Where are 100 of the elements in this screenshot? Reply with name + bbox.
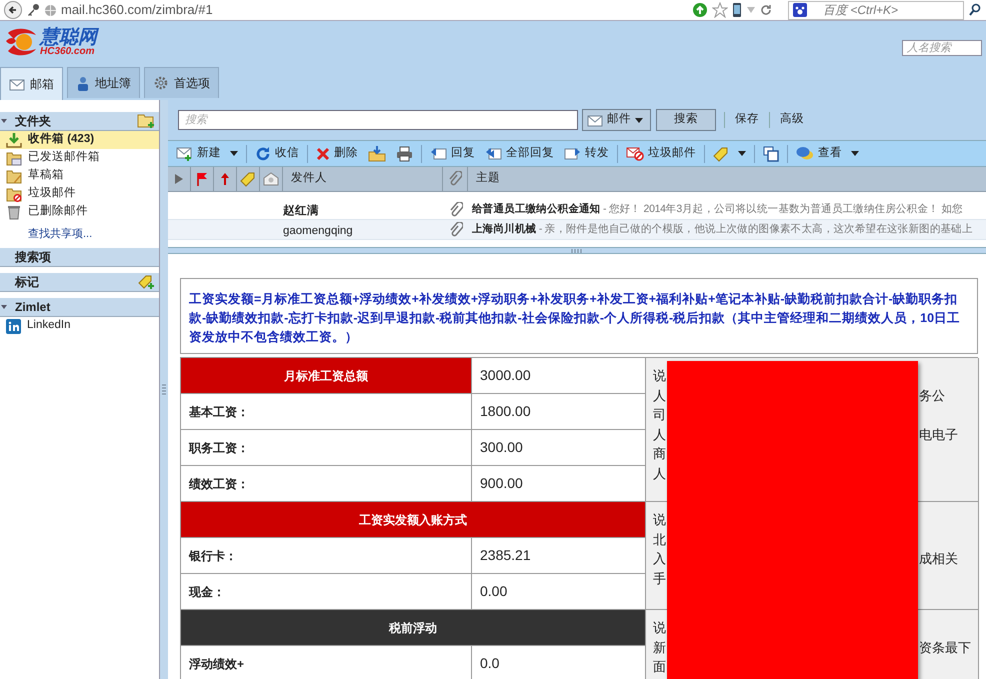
toolbar-button[interactable]: 删除 bbox=[313, 142, 361, 164]
table-cell: 银行卡： bbox=[181, 538, 472, 574]
back-button[interactable] bbox=[4, 1, 22, 19]
sidebar-header[interactable]: 文件夹 bbox=[0, 112, 159, 131]
sidebar-header[interactable]: Zimlet bbox=[0, 298, 159, 317]
url-text[interactable]: mail.hc360.com/zimbra/#1 bbox=[61, 0, 213, 20]
caret-icon[interactable] bbox=[746, 6, 756, 14]
inbox-icon bbox=[6, 132, 22, 148]
expand-icon[interactable] bbox=[1, 118, 7, 124]
search-icon[interactable] bbox=[968, 3, 982, 17]
refresh-icon bbox=[255, 146, 271, 162]
spam-icon bbox=[626, 146, 644, 161]
section-header: 月标准工资总额 bbox=[181, 358, 472, 394]
table-cell: 职务工资： bbox=[181, 430, 472, 466]
column-header[interactable]: 发件人 bbox=[291, 170, 327, 188]
read-status-icon[interactable] bbox=[263, 172, 279, 186]
message-row[interactable]: gaomengqing 上海尚川机械 - 亲，附件是他自己做的个模版，他说上次做的图像素不太高，这次希望在这张新图的基础上 bbox=[168, 220, 986, 240]
expand-icon[interactable] bbox=[1, 304, 7, 310]
note-text: 入 bbox=[653, 551, 666, 566]
subject-text: 上海尚川机械 - 亲，附件是他自己做的个模版，他说上次做的图像素不太高，这次希望在这张新图的基础上 bbox=[471, 222, 973, 237]
note-text: 手 bbox=[653, 570, 666, 586]
windows-icon bbox=[763, 146, 779, 162]
note-text: 新 bbox=[653, 640, 666, 654]
app-tab[interactable]: 首选项 bbox=[144, 67, 219, 98]
phone-icon[interactable] bbox=[732, 2, 742, 18]
paw-icon bbox=[793, 3, 807, 17]
search-scope-dropdown[interactable]: 邮件 bbox=[582, 109, 651, 131]
back-arrow-icon bbox=[8, 5, 18, 15]
folder-item[interactable]: 已发送邮件箱 bbox=[0, 149, 159, 167]
message-row[interactable]: 赵红满 给普通员工缴纳公积金通知 - 您好！ 2014年3月起，公司将以统一基数为普通员工缴纳住房公积金！ 如您 bbox=[168, 200, 986, 220]
folder-item[interactable]: 垃圾邮件 bbox=[0, 185, 159, 203]
note-text: 成相关 bbox=[919, 550, 958, 568]
column-header[interactable]: 主题 bbox=[476, 170, 500, 188]
arrow-up-icon[interactable] bbox=[692, 2, 708, 18]
linkedin-icon bbox=[6, 318, 21, 334]
note-text: 电电子 bbox=[919, 426, 958, 444]
folder-label: 收件箱 (423) bbox=[28, 132, 94, 148]
folder-item[interactable]: 草稿箱 bbox=[0, 167, 159, 185]
print-icon bbox=[396, 146, 413, 162]
toolbar-button[interactable]: 回复 bbox=[427, 142, 478, 164]
app-tab[interactable]: 邮箱 bbox=[0, 67, 63, 100]
caret-icon bbox=[230, 151, 238, 156]
note-text: 说 bbox=[653, 620, 666, 635]
move-folder-icon bbox=[368, 146, 386, 162]
find-shares-link[interactable]: 查找共享项... bbox=[0, 226, 159, 242]
toolbar-button[interactable]: 全部回复 bbox=[482, 142, 557, 164]
note-text: 说 bbox=[653, 368, 666, 383]
web-search-field[interactable]: 百度 <Ctrl+K> bbox=[788, 0, 964, 20]
delete-icon bbox=[316, 146, 330, 160]
toolbar-button[interactable]: 新建 bbox=[173, 142, 241, 164]
new-mail-icon bbox=[176, 146, 193, 161]
tag-icon[interactable] bbox=[137, 274, 155, 290]
toolbar-button[interactable]: 收信 bbox=[252, 142, 302, 164]
envelope-icon bbox=[587, 113, 603, 127]
globe-icon bbox=[44, 4, 57, 16]
section-header: 税前浮动 bbox=[181, 610, 646, 646]
note-text: 北 bbox=[653, 532, 666, 546]
folder-icon bbox=[6, 150, 22, 166]
tag-icon[interactable] bbox=[240, 171, 256, 187]
splitter-grip-icon[interactable] bbox=[571, 248, 583, 252]
folder-item[interactable]: 已删除邮件 bbox=[0, 203, 159, 221]
forward-icon bbox=[564, 146, 581, 161]
search-action-button[interactable]: 保存 bbox=[733, 111, 761, 129]
attachment-icon bbox=[448, 171, 462, 187]
app-tab[interactable]: 地址簿 bbox=[67, 67, 140, 98]
flag-icon[interactable] bbox=[196, 172, 208, 186]
new-folder-icon[interactable] bbox=[137, 113, 155, 129]
caret-icon bbox=[635, 118, 643, 122]
folder-item[interactable]: LinkedIn bbox=[0, 317, 159, 335]
toolbar-button[interactable]: 查看 bbox=[793, 142, 862, 164]
person-icon bbox=[76, 75, 90, 91]
toolbar-button[interactable]: 转发 bbox=[561, 142, 612, 164]
sidebar-header[interactable]: 标记 bbox=[0, 273, 159, 292]
logo-name: 慧聪网 bbox=[40, 28, 97, 46]
toolbar-button[interactable]: 垃圾邮件 bbox=[623, 142, 699, 164]
search-action-button[interactable]: 高级 bbox=[778, 111, 806, 129]
sidebar-header[interactable]: 搜索项 bbox=[0, 248, 159, 267]
folder-item[interactable]: 收件箱 (423) bbox=[0, 131, 159, 149]
search-button[interactable]: 搜索 bbox=[656, 109, 716, 131]
splitter-grip-icon[interactable] bbox=[162, 384, 166, 396]
folder-icon bbox=[6, 168, 22, 184]
reload-icon[interactable] bbox=[760, 4, 772, 16]
note-text: 面 bbox=[653, 659, 666, 674]
note-text: 人 bbox=[653, 388, 666, 402]
priority-icon[interactable] bbox=[220, 172, 230, 186]
note-text: 人 bbox=[653, 426, 666, 442]
logo-subtitle: HC360.com bbox=[40, 46, 94, 56]
sender-text: gaomengqing bbox=[283, 224, 353, 236]
reply-icon bbox=[430, 146, 447, 161]
key-icon bbox=[26, 3, 40, 17]
expand-icon[interactable] bbox=[175, 174, 183, 184]
envelope-icon bbox=[9, 77, 25, 91]
star-icon[interactable] bbox=[712, 2, 728, 18]
note-text: 说 bbox=[653, 512, 666, 527]
section-header: 工资实发额入账方式 bbox=[181, 502, 646, 538]
logo-icon bbox=[4, 27, 38, 57]
note-text: 司 bbox=[653, 407, 666, 422]
folder-label: 已发送邮件箱 bbox=[28, 150, 100, 166]
sender-text: 赵红满 bbox=[283, 204, 319, 216]
folder-label: 已删除邮件 bbox=[28, 204, 88, 220]
